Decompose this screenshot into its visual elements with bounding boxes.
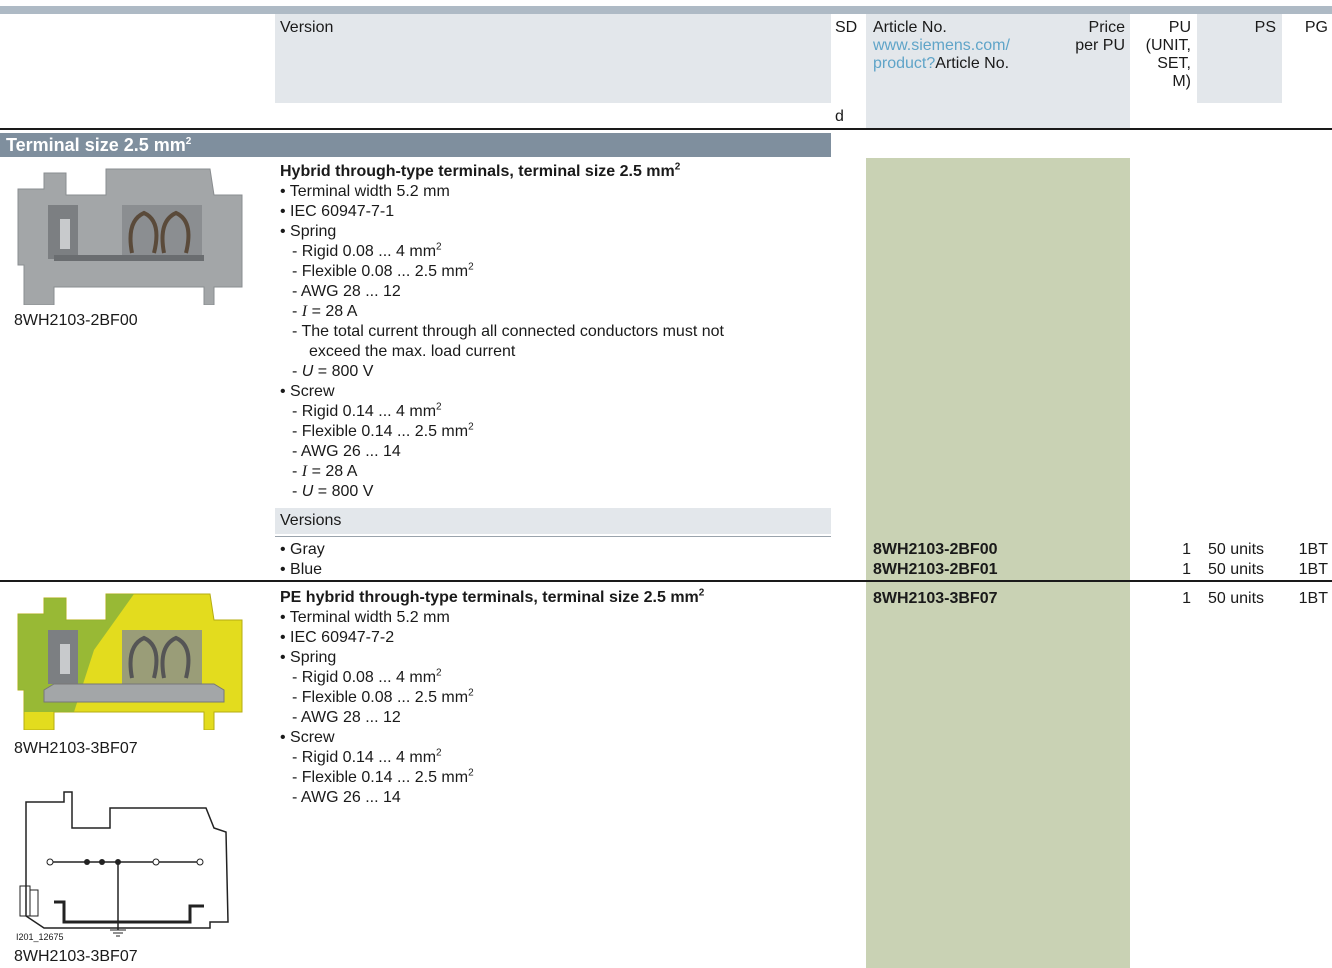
ps-value: 50 units — [1208, 541, 1265, 558]
product2-caption: 8WH2103-3BF07 — [14, 740, 138, 757]
article-number[interactable]: 8WH2103-2BF00 — [873, 540, 998, 560]
pg-value: 1BT — [1298, 541, 1328, 558]
product-link[interactable]: product? — [873, 55, 935, 72]
header-version: Version — [280, 19, 334, 36]
header-pg: PG — [1304, 19, 1328, 36]
pu-value: 1 — [1182, 590, 1191, 607]
header-rule — [0, 128, 1332, 130]
terminal-schematic-drawing — [19, 791, 229, 937]
table-row: • Gray — [280, 541, 325, 558]
product2-caption-2: 8WH2103-3BF07 — [14, 948, 138, 965]
siemens-link[interactable]: www.siemens.com/ — [873, 37, 1010, 55]
pg-value: 1BT — [1298, 590, 1328, 607]
top-bar — [0, 6, 1332, 14]
article-number[interactable]: 8WH2103-3BF07 — [873, 589, 998, 609]
versions-label: Versions — [275, 508, 831, 534]
header-ps: PS — [1254, 19, 1276, 36]
drawing-code: I201_12675 — [16, 932, 64, 942]
versions-divider — [275, 536, 831, 537]
product1-description: Hybrid through-type terminals, terminal … — [280, 161, 724, 500]
terminal-pe-image — [17, 593, 243, 730]
product2-title: PE hybrid through-type terminals, termin… — [280, 589, 699, 606]
pu-value: 1 — [1182, 541, 1191, 558]
ps-value: 50 units — [1208, 561, 1265, 578]
section-title: Terminal size 2.5 mm2 — [0, 133, 831, 157]
header-article-no: Article No. www.siemens.com/ product?Art… — [873, 19, 1010, 72]
product2-description: PE hybrid through-type terminals, termin… — [280, 587, 705, 806]
pu-value: 1 — [1182, 561, 1191, 578]
table-row: • Blue — [280, 561, 323, 578]
header-version-cell — [275, 14, 831, 103]
header-sd: SD — [835, 19, 858, 36]
header-pu: PU (UNIT, SET, M) — [1145, 19, 1191, 90]
header-sd-unit: d — [835, 108, 844, 125]
ps-value: 50 units — [1208, 590, 1265, 607]
article-number[interactable]: 8WH2103-2BF01 — [873, 560, 998, 580]
product1-title: Hybrid through-type terminals, terminal … — [280, 163, 675, 180]
product-divider — [0, 580, 1332, 582]
header-price: Price per PU — [1075, 19, 1125, 54]
terminal-gray-image — [17, 168, 243, 305]
pg-value: 1BT — [1298, 561, 1328, 578]
product1-caption: 8WH2103-2BF00 — [14, 312, 138, 329]
